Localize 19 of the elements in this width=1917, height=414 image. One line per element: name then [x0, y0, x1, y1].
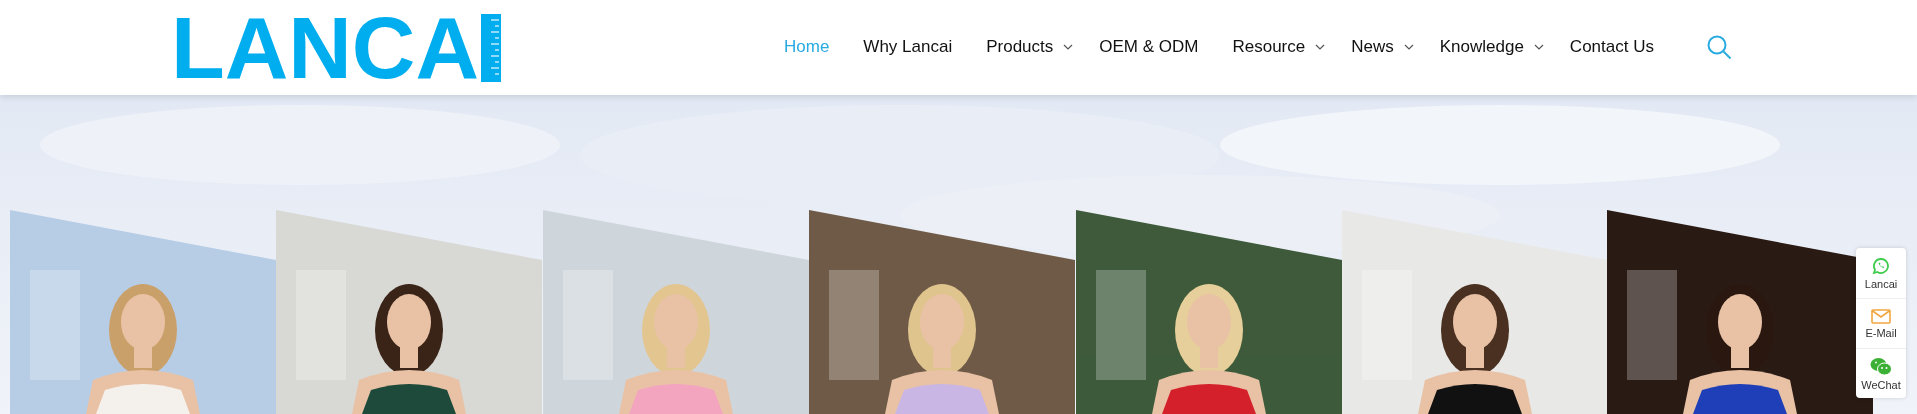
nav-link[interactable]: Contact Us — [1569, 34, 1654, 60]
nav-link[interactable]: Resource — [1232, 34, 1306, 60]
chat-bubbles-icon — [1870, 356, 1892, 376]
chevron-down-icon[interactable] — [1533, 43, 1544, 50]
contact-option[interactable]: WeChat — [1856, 348, 1906, 398]
nav-link[interactable]: News — [1351, 34, 1394, 60]
nav-link[interactable]: Knowledge — [1439, 34, 1524, 60]
contact-option[interactable]: E-Mail — [1856, 298, 1906, 348]
nav-link[interactable]: Why Lancai — [863, 34, 953, 60]
chevron-down-icon[interactable] — [1315, 43, 1326, 50]
envelope-icon — [1871, 308, 1891, 324]
nav-link[interactable]: OEM & ODM — [1099, 34, 1199, 60]
chat-bubble-icon — [1872, 256, 1890, 275]
chevron-down-icon[interactable] — [1403, 43, 1414, 50]
chevron-down-icon[interactable] — [1063, 43, 1074, 50]
search-icon[interactable] — [1706, 34, 1732, 60]
nav-link[interactable]: Products — [986, 34, 1054, 60]
contact-option[interactable]: Lancai — [1856, 248, 1906, 298]
ruler-icon — [480, 13, 501, 82]
